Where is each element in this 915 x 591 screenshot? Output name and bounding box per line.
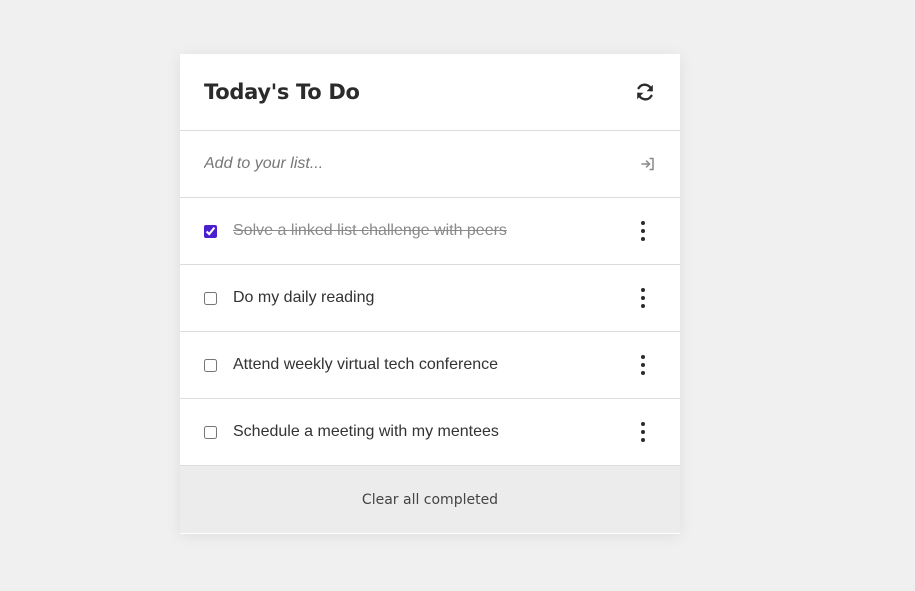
task-item: Do my daily reading (180, 265, 680, 332)
task-checkbox[interactable] (204, 291, 217, 305)
task-item: Schedule a meeting with my mentees (180, 399, 680, 466)
todo-header: Today's To Do (180, 54, 680, 131)
refresh-icon-svg (637, 83, 653, 101)
refresh-icon[interactable] (634, 81, 656, 103)
kebab-menu-icon[interactable] (633, 287, 653, 309)
enter-icon[interactable] (640, 156, 656, 172)
kebab-menu-icon[interactable] (633, 421, 653, 443)
clear-completed-button[interactable]: Clear all completed (356, 491, 504, 509)
task-checkbox[interactable] (204, 358, 217, 372)
add-task-row (180, 131, 680, 198)
page-title: Today's To Do (204, 80, 360, 104)
task-label: Attend weekly virtual tech conference (233, 356, 499, 373)
task-label: Do my daily reading (233, 289, 375, 306)
task-checkbox[interactable] (204, 425, 217, 439)
task-item: Solve a linked list challenge with peers (180, 198, 680, 265)
task-label: Schedule a meeting with my mentees (233, 423, 499, 440)
kebab-menu-icon[interactable] (633, 354, 653, 376)
todo-card: Today's To Do Solve a linked list challe… (180, 54, 680, 534)
task-label: Solve a linked list challenge with peers (233, 222, 507, 239)
enter-icon-svg (641, 157, 654, 171)
todo-footer: Clear all completed (180, 466, 680, 533)
task-item: Attend weekly virtual tech conference (180, 332, 680, 399)
add-task-input[interactable] (204, 155, 604, 173)
kebab-menu-icon[interactable] (633, 220, 653, 242)
task-checkbox[interactable] (204, 224, 217, 238)
